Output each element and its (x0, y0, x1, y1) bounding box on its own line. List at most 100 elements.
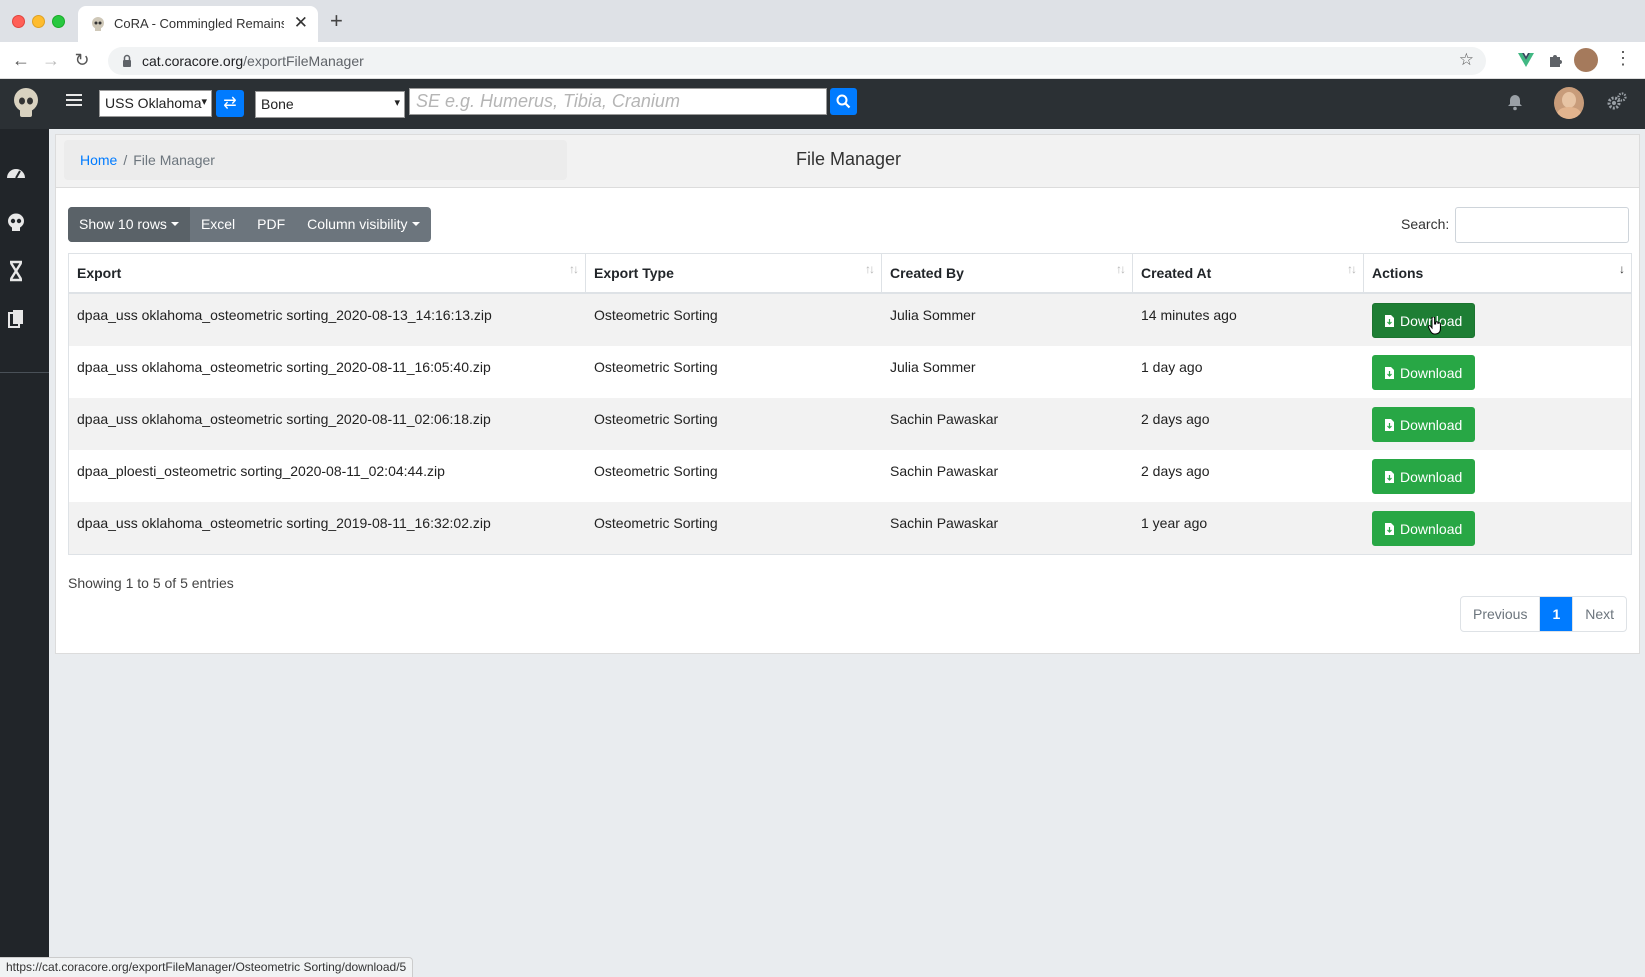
column-header-actions[interactable]: Actions ↓ (1364, 254, 1631, 292)
hand-cursor-icon (1428, 317, 1441, 335)
file-download-icon (1385, 419, 1394, 431)
switch-project-button[interactable]: ⇄ (216, 90, 244, 117)
export-type: Osteometric Sorting (594, 463, 718, 479)
gears-icon[interactable] (1606, 91, 1628, 113)
export-filename: dpaa_uss oklahoma_osteometric sorting_20… (77, 411, 491, 427)
breadcrumb-home-link[interactable]: Home (80, 152, 117, 168)
next-page-button[interactable]: Next (1573, 597, 1626, 631)
download-button[interactable]: Download (1372, 303, 1476, 338)
profile-avatar[interactable] (1574, 48, 1598, 72)
download-label: Download (1400, 521, 1463, 537)
table-header: Export ↑↓ Export Type ↑↓ Created By ↑↓ Crea… (69, 254, 1631, 294)
maximize-window-button[interactable] (52, 15, 65, 28)
sort-icon: ↑↓ (865, 262, 875, 276)
column-header-created-at[interactable]: Created At ↑↓ (1133, 254, 1364, 292)
column-header-label: Created By (890, 265, 964, 281)
skull-icon[interactable] (5, 211, 27, 233)
address-bar[interactable]: cat.coracore.org/exportFileManager ☆ (108, 47, 1486, 75)
browser-menu-icon[interactable]: ⋮ (1614, 48, 1632, 69)
breadcrumb: Home / File Manager (64, 140, 567, 180)
bell-icon[interactable] (1507, 93, 1523, 111)
search-label: Search: (1401, 216, 1450, 232)
actions-cell: Download (1364, 450, 1631, 502)
created-at: 2 days ago (1141, 463, 1210, 479)
column-header-label: Export Type (594, 265, 674, 281)
column-header-export-type[interactable]: Export Type ↑↓ (586, 254, 882, 292)
minimize-window-button[interactable] (32, 15, 45, 28)
show-rows-label: Show 10 rows (79, 216, 167, 232)
actions-cell: Download (1364, 398, 1631, 450)
column-visibility-button[interactable]: Column visibility (296, 207, 430, 242)
table-info: Showing 1 to 5 of 5 entries (68, 575, 234, 591)
created-by: Julia Sommer (890, 307, 976, 323)
created-by: Julia Sommer (890, 359, 976, 375)
created-by: Sachin Pawaskar (890, 515, 999, 531)
project-select[interactable]: USS Oklahoma ▾ (99, 90, 212, 117)
created-at: 14 minutes ago (1141, 307, 1237, 323)
previous-page-button[interactable]: Previous (1461, 597, 1541, 631)
back-icon[interactable]: ← (10, 49, 32, 71)
excel-export-button[interactable]: Excel (190, 207, 246, 242)
export-filename: dpaa_uss oklahoma_osteometric sorting_20… (77, 515, 491, 531)
export-filename: dpaa_uss oklahoma_osteometric sorting_20… (77, 359, 491, 375)
bookmark-star-icon[interactable]: ☆ (1459, 50, 1474, 70)
menu-toggle-icon[interactable] (66, 94, 82, 108)
created-at: 1 day ago (1141, 359, 1203, 375)
export-filename: dpaa_ploesti_osteometric sorting_2020-08… (77, 463, 445, 479)
new-tab-button[interactable]: + (330, 10, 343, 32)
created-at: 2 days ago (1141, 411, 1210, 427)
extensions-puzzle-icon[interactable] (1546, 50, 1566, 70)
actions-cell: Download (1364, 502, 1631, 554)
browser-tab[interactable]: CoRA - Commingled Remains A ✕ (78, 6, 318, 42)
actions-cell: Download (1364, 346, 1631, 398)
browser-toolbar: ← → ↻ cat.coracore.org/exportFileManager… (0, 42, 1645, 79)
dashboard-gauge-icon[interactable] (5, 162, 27, 184)
close-window-button[interactable] (12, 15, 25, 28)
status-bar-url: https://cat.coracore.org/exportFileManag… (0, 957, 414, 977)
column-header-label: Actions (1372, 265, 1424, 281)
sidebar-divider (0, 372, 49, 373)
file-manager-card: Home / File Manager File Manager Show 10 r… (55, 134, 1640, 654)
file-download-icon (1385, 523, 1394, 535)
table-row: dpaa_ploesti_osteometric sorting_2020-08… (69, 450, 1631, 502)
page-title: File Manager (796, 149, 902, 169)
reload-icon[interactable]: ↻ (71, 49, 93, 71)
user-avatar[interactable] (1554, 87, 1584, 119)
column-header-export[interactable]: Export ↑↓ (69, 254, 586, 292)
show-rows-button[interactable]: Show 10 rows (68, 207, 190, 242)
documents-icon[interactable] (5, 308, 27, 330)
dna-icon[interactable] (5, 260, 27, 282)
table-row: dpaa_uss oklahoma_osteometric sorting_20… (69, 346, 1631, 398)
column-header-created-by[interactable]: Created By ↑↓ (882, 254, 1133, 292)
element-select[interactable]: Bone ▾ (255, 91, 405, 118)
url-path: /exportFileManager (243, 53, 364, 69)
download-button[interactable]: Download (1372, 511, 1476, 546)
export-filename: dpaa_uss oklahoma_osteometric sorting_20… (77, 307, 492, 323)
download-button[interactable]: Download (1372, 355, 1476, 390)
sidebar (0, 129, 49, 977)
table-toolbar: Show 10 rows Excel PDF Column visibility (68, 207, 431, 242)
download-label: Download (1400, 365, 1463, 381)
download-button[interactable]: Download (1372, 459, 1476, 494)
created-by: Sachin Pawaskar (890, 411, 999, 427)
file-download-icon (1385, 471, 1394, 483)
search-placeholder: SE e.g. Humerus, Tibia, Cranium (416, 91, 680, 111)
table-search-input[interactable] (1455, 207, 1629, 243)
forward-icon[interactable]: → (40, 49, 62, 71)
column-visibility-label: Column visibility (307, 216, 408, 232)
search-button[interactable] (830, 88, 857, 115)
search-icon (836, 94, 851, 109)
skull-logo-icon[interactable] (12, 87, 40, 119)
download-label: Download (1400, 417, 1463, 433)
pdf-export-button[interactable]: PDF (246, 207, 296, 242)
specimen-search-input[interactable]: SE e.g. Humerus, Tibia, Cranium (409, 88, 827, 115)
export-type: Osteometric Sorting (594, 515, 718, 531)
page-1-button[interactable]: 1 (1540, 597, 1574, 631)
created-by: Sachin Pawaskar (890, 463, 999, 479)
download-button[interactable]: Download (1372, 407, 1476, 442)
close-tab-icon[interactable]: ✕ (294, 13, 308, 33)
sort-icon: ↑↓ (569, 262, 579, 276)
vue-extension-icon[interactable] (1516, 50, 1536, 70)
table-row: dpaa_uss oklahoma_osteometric sorting_20… (69, 502, 1631, 554)
column-header-label: Export (77, 265, 122, 281)
